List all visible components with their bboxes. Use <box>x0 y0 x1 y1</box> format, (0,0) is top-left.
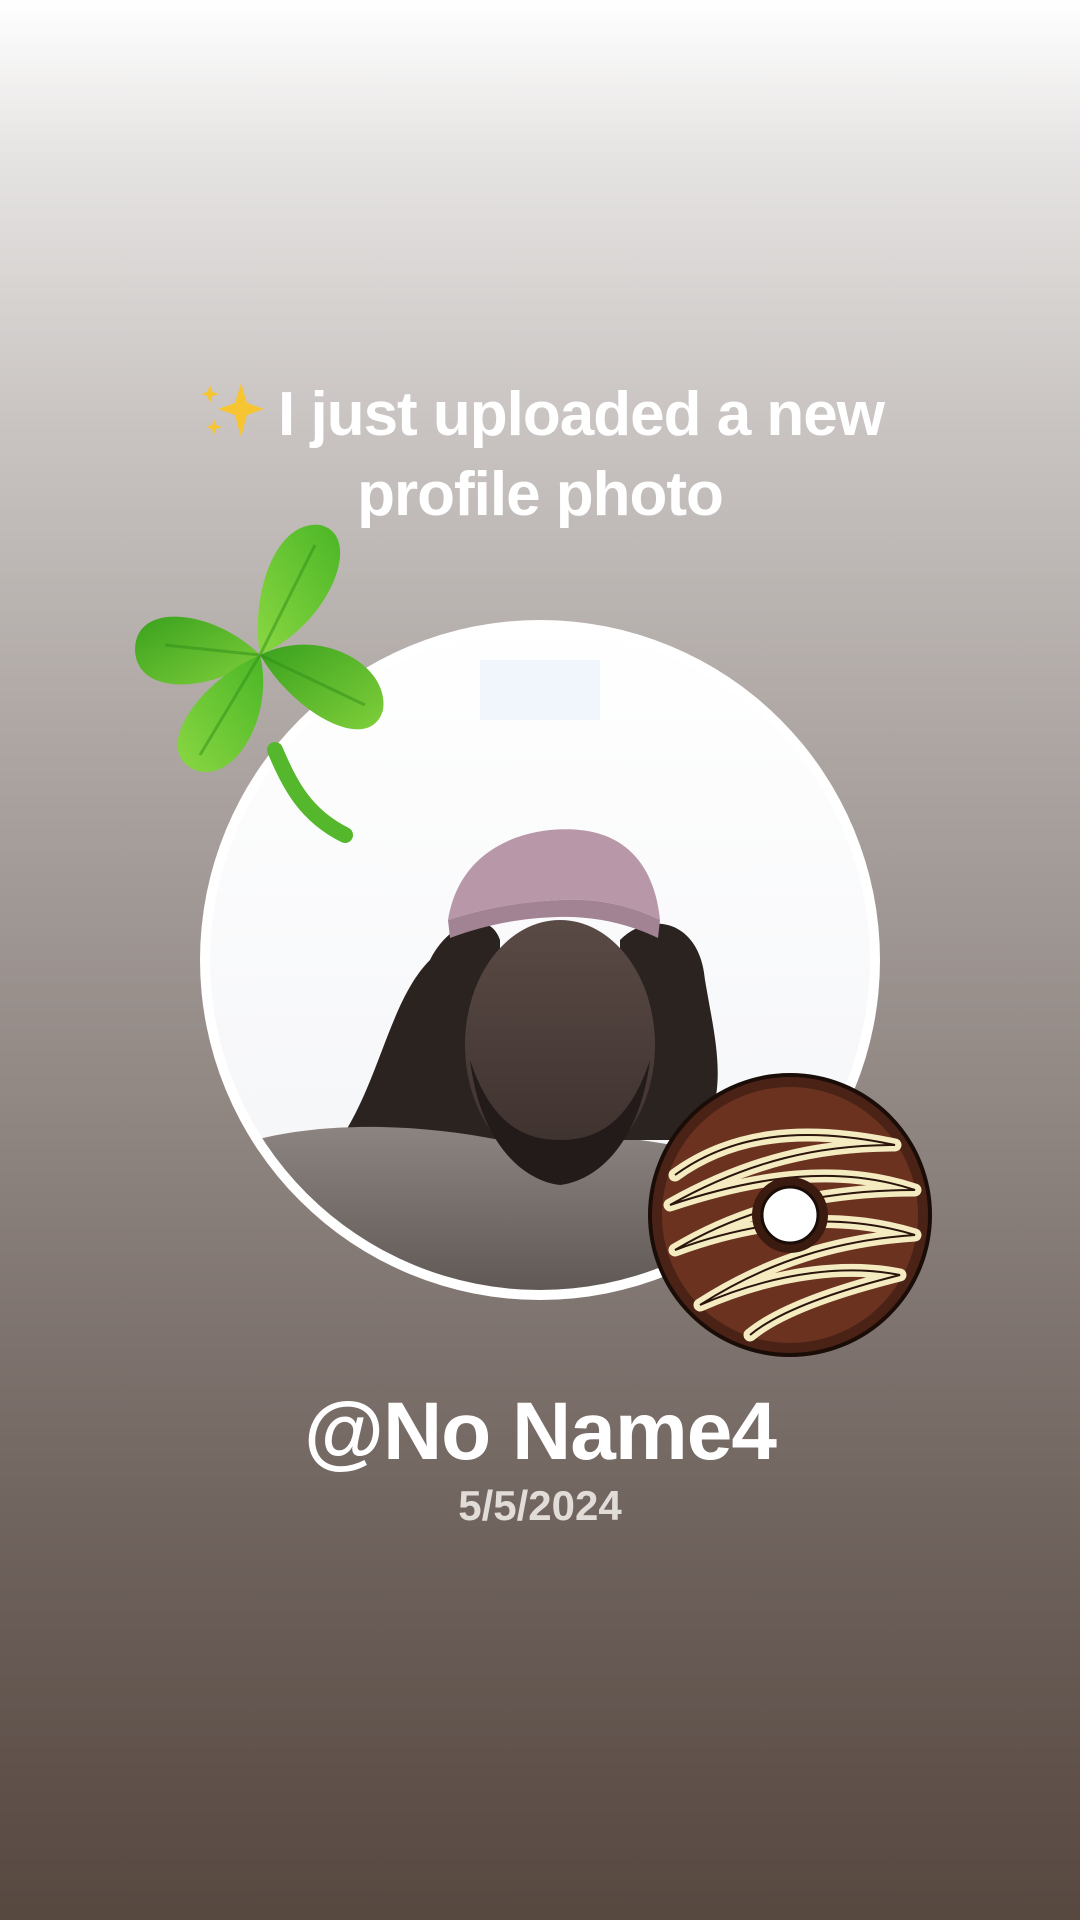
username: @No Name4 <box>304 1386 777 1477</box>
headline: I just uploaded a new profile photo <box>130 375 950 535</box>
headline-text: I just uploaded a new profile photo <box>278 380 885 529</box>
sparkles-icon <box>196 381 266 441</box>
post-date: 5/5/2024 <box>458 1482 622 1529</box>
four-leaf-clover-icon <box>135 524 384 843</box>
chocolate-donut-icon <box>648 1073 932 1357</box>
